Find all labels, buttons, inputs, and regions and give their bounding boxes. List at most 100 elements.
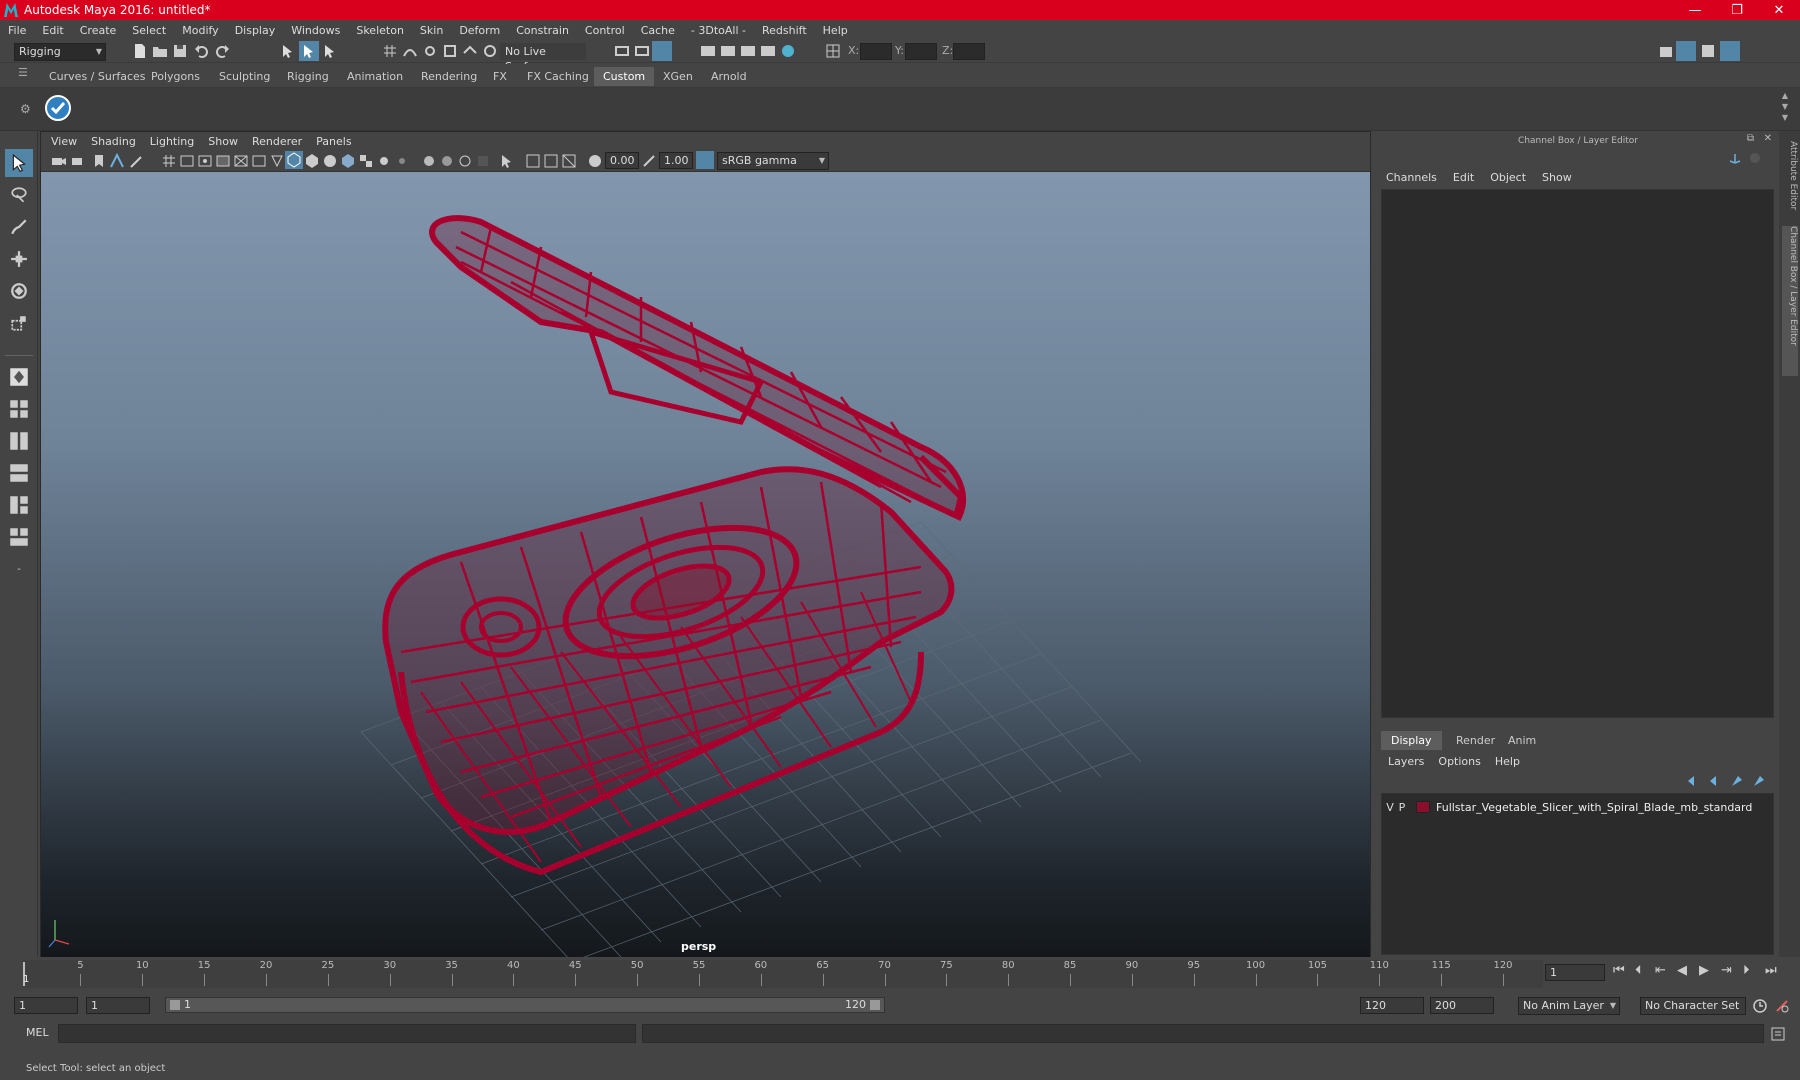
select-hierarchy-icon[interactable] [280, 43, 296, 59]
layout-two-side-button[interactable] [5, 427, 33, 455]
menu-edit[interactable]: Edit [42, 24, 63, 37]
menu-cache[interactable]: Cache [641, 24, 675, 37]
le-menu-layers[interactable]: Layers [1388, 755, 1424, 768]
tab-polygons[interactable]: Polygons [142, 67, 209, 86]
transform-constraint-icon[interactable] [825, 43, 841, 59]
snap-point-icon[interactable] [422, 43, 438, 59]
tab-rendering[interactable]: Rendering [412, 67, 486, 86]
time-ruler[interactable]: 1 5 10 15 20 25 30 35 40 45 50 55 60 65 70 75 80 85 90 95 1… [23, 960, 1543, 988]
tab-render[interactable]: Render [1446, 731, 1505, 750]
output-ops-icon[interactable] [634, 43, 650, 59]
layout-single-button[interactable] [5, 363, 33, 391]
shadows-icon[interactable] [394, 153, 410, 169]
le-menu-options[interactable]: Options [1438, 755, 1480, 768]
layout-four-button[interactable] [5, 395, 33, 423]
animation-prefs-icon[interactable] [1774, 998, 1790, 1014]
safe-action-icon[interactable] [251, 153, 267, 169]
toolbox-collapse-button[interactable]: - [5, 555, 33, 583]
all-lights-icon[interactable] [376, 153, 392, 169]
modeling-toolkit-icon[interactable] [1658, 43, 1674, 59]
layer-color-swatch[interactable] [1416, 801, 1430, 813]
character-set-dropdown[interactable]: No Character Set [1640, 997, 1746, 1015]
color-management-button[interactable] [696, 151, 714, 169]
float-panel-icon[interactable]: ⧉ [1747, 133, 1754, 144]
step-back-frame-button[interactable]: ⏴ [1635, 963, 1642, 978]
tab-curves-surfaces[interactable]: Curves / Surfaces [40, 67, 155, 86]
go-to-end-button[interactable]: ⏭ [1765, 963, 1777, 978]
range-end-handle[interactable] [870, 1000, 880, 1010]
anti-aliasing-icon[interactable] [457, 153, 473, 169]
paint-select-tool-button[interactable] [5, 213, 33, 241]
shelf-menu-icon[interactable]: ☰ [18, 66, 28, 79]
rotate-tool-button[interactable] [5, 277, 33, 305]
tab-attribute-editor[interactable]: Attribute Editor [1782, 141, 1798, 216]
script-language-label[interactable]: MEL [26, 1026, 49, 1039]
resolution-gate-icon[interactable] [197, 153, 213, 169]
layer-name[interactable]: Fullstar_Vegetable_Slicer_with_Spiral_Bl… [1436, 801, 1752, 814]
play-backwards-button[interactable]: ◀ [1677, 963, 1687, 978]
gear-icon[interactable]: ⚙ [20, 102, 31, 116]
menu-help[interactable]: Help [823, 24, 848, 37]
step-forward-frame-button[interactable]: ⏵ [1743, 963, 1750, 978]
tab-sculpting[interactable]: Sculpting [210, 67, 279, 86]
tab-fx[interactable]: FX [484, 67, 516, 86]
layout-outliner-button[interactable] [5, 523, 33, 551]
vp-menu-shading[interactable]: Shading [91, 135, 136, 148]
layer-row[interactable]: V P Fullstar_Vegetable_Slicer_with_Spira… [1384, 798, 1773, 816]
exposure-field[interactable]: 0.00 [605, 152, 639, 169]
animation-end-field[interactable]: 200 [1430, 997, 1494, 1014]
tab-custom[interactable]: Custom [594, 67, 655, 86]
tab-fx-caching[interactable]: FX Caching [518, 67, 598, 86]
default-material-icon[interactable] [322, 153, 338, 169]
film-gate-icon[interactable] [179, 153, 195, 169]
xray-active-icon[interactable] [543, 153, 559, 169]
command-input[interactable] [58, 1024, 636, 1043]
range-track[interactable]: 1 120 [165, 997, 885, 1013]
xray-joints-icon[interactable] [561, 153, 577, 169]
gate-mask-icon[interactable] [215, 153, 231, 169]
vp-menu-panels[interactable]: Panels [316, 135, 351, 148]
cb-menu-channels[interactable]: Channels [1386, 171, 1437, 184]
shelf-scroll-icon[interactable]: ▲ ▼ ▼ [1782, 90, 1788, 123]
tab-display[interactable]: Display [1381, 731, 1442, 750]
tool-settings-icon[interactable] [1700, 43, 1716, 59]
tab-xgen[interactable]: XGen [654, 67, 702, 86]
new-scene-icon[interactable] [132, 43, 148, 59]
colorspace-dropdown[interactable]: sRGB gamma ▼ [717, 152, 829, 170]
toggle-channel-box-button[interactable] [1720, 41, 1740, 61]
tab-animation[interactable]: Animation [338, 67, 412, 86]
menu-deform[interactable]: Deform [459, 24, 500, 37]
viewport-scene[interactable]: persp [41, 172, 1370, 957]
make-live-icon[interactable] [482, 43, 498, 59]
menu-3dtoall[interactable]: - 3DtoAll - [691, 24, 746, 37]
cb-menu-edit[interactable]: Edit [1453, 171, 1474, 184]
layer-visibility-toggle[interactable]: V [1384, 801, 1396, 814]
menu-create[interactable]: Create [80, 24, 117, 37]
snap-grid-icon[interactable] [382, 43, 398, 59]
cb-menu-object[interactable]: Object [1490, 171, 1526, 184]
menu-control[interactable]: Control [585, 24, 625, 37]
grid-toggle-icon[interactable] [161, 153, 177, 169]
le-menu-help[interactable]: Help [1495, 755, 1520, 768]
tab-arnold[interactable]: Arnold [702, 67, 756, 86]
ambient-occlusion-icon[interactable] [421, 153, 437, 169]
playback-end-field[interactable]: 120 [1360, 997, 1424, 1014]
manipulator-icon[interactable] [1748, 151, 1762, 165]
isolate-select-icon[interactable] [499, 153, 515, 169]
move-layer-down-icon[interactable] [1708, 774, 1722, 788]
close-panel-icon[interactable]: ✕ [1764, 133, 1772, 144]
toggle-attribute-editor-button[interactable] [1676, 41, 1696, 61]
play-forwards-button[interactable]: ▶ [1699, 963, 1709, 978]
vp-menu-renderer[interactable]: Renderer [252, 135, 302, 148]
range-start-handle[interactable] [170, 1000, 180, 1010]
tab-channel-box-layer-editor[interactable]: Channel Box / Layer Editor [1782, 226, 1798, 376]
camera-icon[interactable] [51, 153, 67, 169]
construction-history-button[interactable] [652, 41, 672, 61]
save-scene-icon[interactable] [172, 43, 188, 59]
lasso-tool-button[interactable] [5, 181, 33, 209]
bookmark-icon[interactable] [91, 153, 107, 169]
menu-select[interactable]: Select [132, 24, 166, 37]
move-tool-button[interactable] [5, 245, 33, 273]
menu-skeleton[interactable]: Skeleton [356, 24, 404, 37]
y-coord-field[interactable] [905, 43, 937, 60]
